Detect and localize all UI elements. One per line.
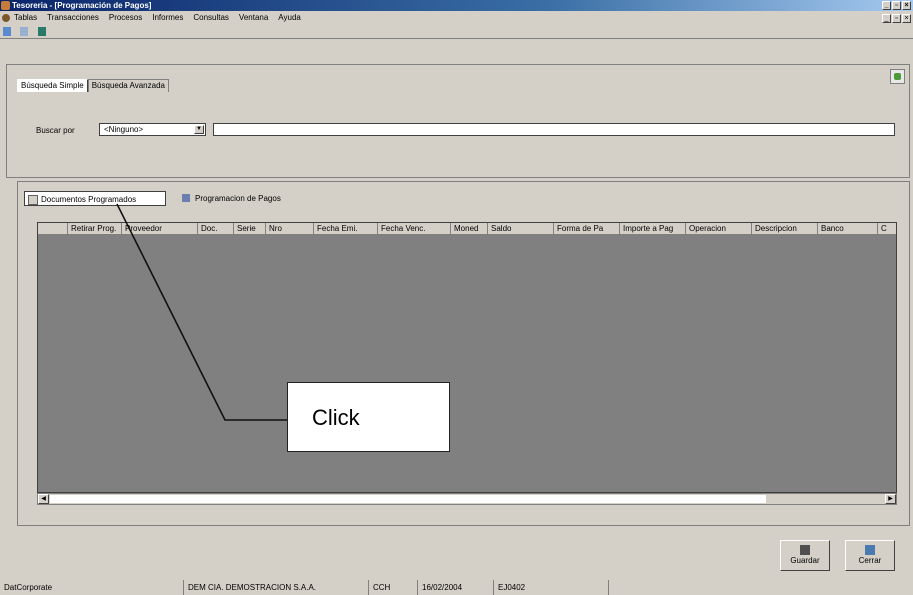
- close-button-label: Cerrar: [858, 556, 882, 565]
- save-button[interactable]: Guardar: [780, 540, 830, 571]
- status-date: 16/02/2004: [417, 580, 493, 595]
- status-app: DatCorporate: [4, 583, 53, 592]
- save-button-label: Guardar: [790, 556, 820, 565]
- status-empty: [608, 580, 913, 595]
- status-bar: DatCorporate DEM CIA. DEMOSTRACION S.A.A…: [0, 580, 913, 595]
- close-button[interactable]: Cerrar: [845, 540, 895, 571]
- status-period: EJ0402: [493, 580, 608, 595]
- floppy-disk-icon: [800, 545, 810, 555]
- status-company: DEM CIA. DEMOSTRACION S.A.A.: [183, 580, 368, 595]
- click-callout: Click: [287, 382, 450, 452]
- status-code: CCH: [368, 580, 417, 595]
- callout-text: Click: [312, 405, 360, 430]
- exit-icon: [865, 545, 875, 555]
- callout-pointer-line: [116, 203, 288, 421]
